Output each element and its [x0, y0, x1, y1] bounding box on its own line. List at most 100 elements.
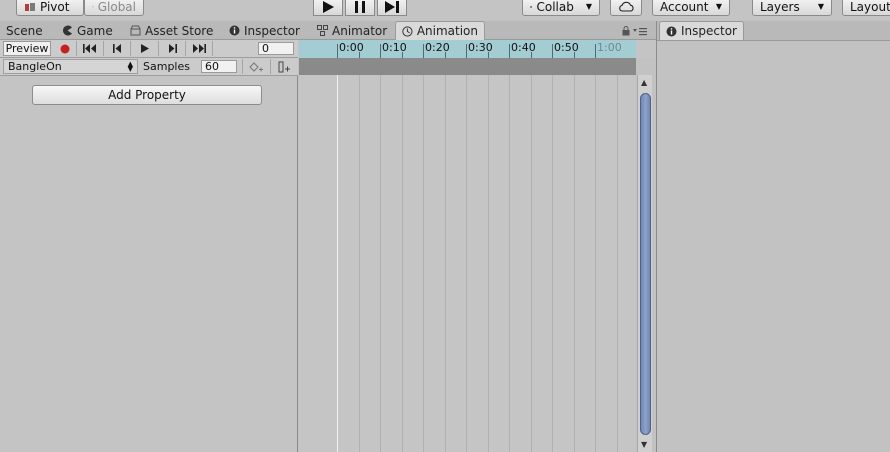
add-property-button[interactable]: Add Property	[32, 85, 262, 105]
scroll-down-arrow-icon[interactable]: ▼	[641, 440, 647, 449]
play-icon	[323, 0, 334, 13]
last-keyframe-button[interactable]	[186, 41, 213, 56]
layers-dropdown[interactable]: Layers ▼	[752, 0, 832, 16]
preview-toggle[interactable]: Preview	[3, 41, 51, 56]
ruler-label: 0:00	[339, 41, 364, 54]
pause-button[interactable]	[345, 0, 375, 16]
layout-label: Layout	[850, 0, 890, 14]
menu-icon	[633, 28, 647, 36]
first-keyframe-button[interactable]	[77, 41, 104, 56]
event-track[interactable]	[299, 58, 636, 75]
ruler-label: 0:50	[554, 41, 579, 54]
play-button[interactable]	[313, 0, 343, 16]
skip-to-end-icon	[193, 44, 206, 53]
skip-to-start-icon	[83, 44, 96, 53]
tab-inspector-label: Inspector	[244, 23, 300, 38]
grid-line	[423, 75, 424, 452]
pivot-label: Pivot	[40, 0, 70, 14]
layers-label: Layers	[760, 0, 800, 14]
ruler-label: 1:00	[597, 41, 622, 54]
ruler-label: 0:30	[468, 41, 493, 54]
check-circle-icon	[530, 5, 533, 8]
tab-scene-label: Scene	[6, 23, 43, 38]
inspector-panel: Inspector	[656, 21, 890, 452]
collab-button[interactable]: Collab ▼	[522, 0, 600, 16]
tab-asset-store-label: Asset Store	[145, 23, 214, 38]
tab-asset-store[interactable]: Asset Store	[124, 21, 219, 40]
add-event-button[interactable]	[270, 59, 296, 74]
grid-line	[380, 75, 381, 452]
grid-line	[617, 75, 618, 452]
add-keyframe-button[interactable]	[242, 59, 268, 74]
chevron-down-icon: ▼	[817, 2, 824, 11]
inspector-tab-bar: Inspector	[657, 21, 890, 41]
grid-line	[531, 75, 532, 452]
frame-field[interactable]: 0	[258, 42, 294, 55]
tab-inspector-right[interactable]: Inspector	[659, 21, 744, 40]
pause-icon	[355, 0, 365, 13]
inspector-title: Inspector	[681, 24, 737, 38]
add-event-icon	[278, 61, 290, 72]
main-toolbar: Pivot Global Collab ▼ Account ▼ Layers ▼…	[0, 0, 890, 20]
preview-label: Preview	[5, 42, 49, 55]
step-icon	[385, 0, 399, 13]
samples-field[interactable]: 60	[201, 60, 237, 73]
add-property-label: Add Property	[108, 88, 186, 102]
cloud-button[interactable]	[610, 0, 642, 16]
animation-toolbar: Preview 0	[0, 40, 298, 58]
panel-options[interactable]	[622, 25, 652, 37]
chevron-down-icon: ▼	[585, 2, 592, 11]
clip-name: BangleOn	[8, 60, 62, 73]
clock-icon	[402, 25, 413, 37]
grid-line	[574, 75, 575, 452]
cloud-icon	[619, 1, 634, 12]
tab-animation[interactable]: Animation	[395, 21, 485, 40]
grid-line	[488, 75, 489, 452]
add-keyframe-icon	[248, 61, 263, 72]
ruler-corner	[636, 40, 656, 58]
layout-dropdown[interactable]: Layout	[842, 0, 890, 16]
tab-inspector[interactable]: Inspector	[223, 21, 306, 40]
grid-line	[359, 75, 360, 452]
info-icon	[666, 26, 677, 36]
grid-line	[402, 75, 403, 452]
grid-line	[466, 75, 467, 452]
next-keyframe-button[interactable]	[159, 41, 186, 56]
pacman-icon	[63, 25, 72, 36]
tab-game[interactable]: Game	[56, 21, 119, 40]
playhead-line[interactable]	[337, 75, 338, 452]
record-button[interactable]	[53, 41, 77, 56]
clip-selector-row: BangleOn ▲ ▼ Samples 60	[0, 58, 298, 76]
scrollbar-thumb[interactable]	[640, 93, 651, 435]
previous-keyframe-button[interactable]	[104, 41, 131, 56]
grid-line	[595, 75, 596, 452]
animator-icon	[317, 25, 328, 36]
pivot-button[interactable]: Pivot	[16, 0, 84, 16]
tab-animator[interactable]: Animator	[311, 21, 393, 40]
info-icon	[229, 25, 240, 36]
play-icon	[140, 44, 149, 53]
step-forward-icon	[168, 44, 177, 53]
record-icon	[60, 44, 69, 53]
tab-animation-label: Animation	[416, 24, 478, 38]
scroll-up-arrow-icon[interactable]: ▲	[641, 78, 647, 87]
collab-label: Collab	[536, 0, 574, 14]
updown-arrows-icon: ▲ ▼	[127, 59, 133, 73]
clip-dropdown[interactable]: BangleOn ▲ ▼	[3, 59, 138, 74]
play-animation-button[interactable]	[131, 41, 159, 56]
store-icon	[130, 25, 141, 36]
step-button[interactable]	[377, 0, 407, 16]
dopesheet-area[interactable]	[299, 75, 636, 452]
property-list: Add Property	[0, 76, 298, 452]
ruler-label: 0:10	[382, 41, 407, 54]
account-dropdown[interactable]: Account ▼	[652, 0, 730, 16]
ruler-major-tick	[337, 44, 338, 58]
global-button[interactable]: Global	[84, 0, 144, 16]
grid-line	[509, 75, 510, 452]
dopesheet-scrollbar[interactable]: ▲ ▼	[637, 75, 652, 452]
ruler-label: 0:20	[425, 41, 450, 54]
timeline-ruler[interactable]: 0:00 0:10 0:20 0:30 0:40 0:50 1:00	[299, 40, 636, 58]
pivot-icon	[25, 2, 35, 11]
tab-scene[interactable]: Scene	[0, 21, 49, 40]
grid-line	[552, 75, 553, 452]
